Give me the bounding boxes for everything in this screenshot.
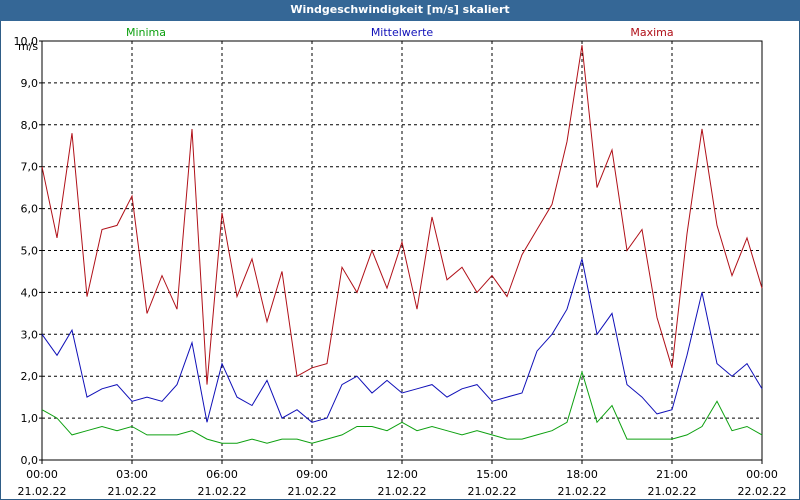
x-tick-time-label: 15:00 xyxy=(476,468,508,481)
y-tick-label: 5,0 xyxy=(21,245,39,258)
x-axis-ticks: 00:00 21.02.22 03:00 21.02.22 06:00 21.02.22 0… xyxy=(18,460,787,498)
x-tick-date-label: 21.02.22 xyxy=(468,485,517,498)
legend-mittelwerte: Mittelwerte xyxy=(371,26,434,39)
y-tick-label: 0,0 xyxy=(21,454,39,467)
chart-canvas: 0,01,02,03,04,05,06,07,08,09,010,0 00:00… xyxy=(14,26,787,498)
y-tick-label: 9,0 xyxy=(21,77,39,90)
x-tick-time-label: 06:00 xyxy=(206,468,238,481)
y-tick-label: 4,0 xyxy=(21,286,39,299)
x-tick-date-label: 21.02.22 xyxy=(18,485,67,498)
x-tick-date-label: 21.02.22 xyxy=(558,485,607,498)
x-tick-date-label: 21.02.22 xyxy=(108,485,157,498)
legend-minima: Minima xyxy=(126,26,166,39)
x-tick-date-label: 21.02.22 xyxy=(288,485,337,498)
x-tick-time-label: 09:00 xyxy=(296,468,328,481)
y-tick-label: 1,0 xyxy=(21,412,39,425)
x-tick-time-label: 21:00 xyxy=(656,468,688,481)
x-tick-date-label: 22.02.22 xyxy=(738,485,787,498)
x-tick-date-label: 21.02.22 xyxy=(378,485,427,498)
x-tick-time-label: 00:00 xyxy=(26,468,58,481)
x-tick-time-label: 03:00 xyxy=(116,468,148,481)
x-tick-date-label: 21.02.22 xyxy=(648,485,697,498)
y-tick-label: 2,0 xyxy=(21,370,39,383)
x-tick-time-label: 12:00 xyxy=(386,468,418,481)
y-tick-label: 7,0 xyxy=(21,161,39,174)
y-axis-ticks: 0,01,02,03,04,05,06,07,08,09,010,0 xyxy=(14,35,42,467)
y-tick-label: 8,0 xyxy=(21,119,39,132)
x-tick-time-label: 18:00 xyxy=(566,468,598,481)
y-tick-label: 3,0 xyxy=(21,328,39,341)
x-tick-time-label: 00:00 xyxy=(746,468,778,481)
y-axis-unit-label: m/s xyxy=(18,40,38,53)
x-tick-date-label: 21.02.22 xyxy=(198,485,247,498)
y-tick-label: 6,0 xyxy=(21,203,39,216)
grid xyxy=(42,41,762,460)
legend-maxima: Maxima xyxy=(630,26,673,39)
